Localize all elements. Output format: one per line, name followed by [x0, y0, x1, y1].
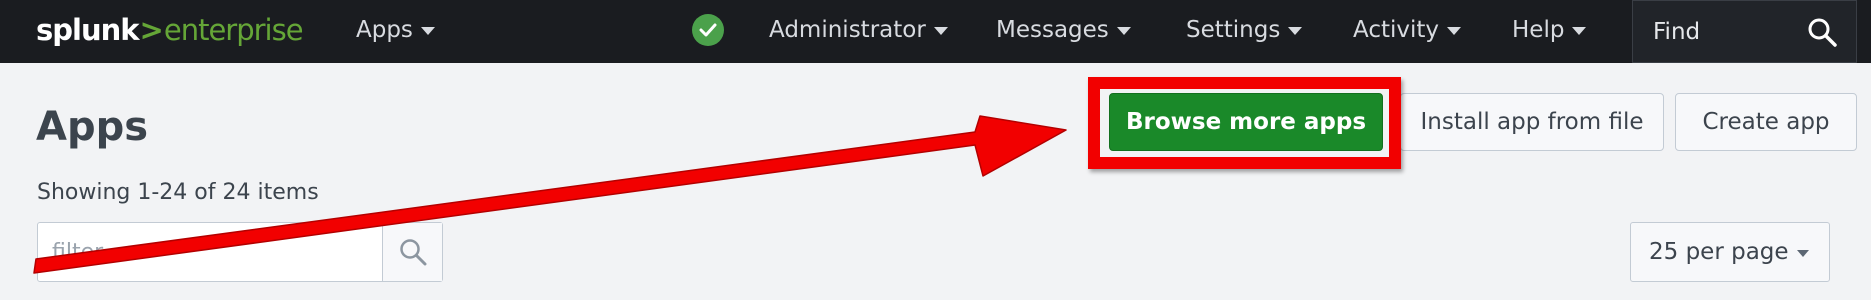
nav-administrator-label: Administrator: [769, 17, 926, 43]
nav-apps-label: Apps: [356, 17, 413, 43]
nav-settings-label: Settings: [1186, 17, 1281, 43]
install-app-from-file-button[interactable]: Install app from file: [1400, 93, 1664, 151]
nav-settings-menu[interactable]: Settings: [1186, 12, 1303, 48]
per-page-label: 25 per page: [1649, 239, 1789, 265]
chevron-down-icon: [1288, 27, 1303, 35]
search-icon[interactable]: [1802, 12, 1842, 52]
search-icon: [399, 239, 426, 266]
chevron-down-icon: [1797, 250, 1809, 257]
nav-help-menu[interactable]: Help: [1512, 12, 1587, 48]
item-count-label: Showing 1-24 of 24 items: [37, 180, 319, 205]
logo-splunk-text: splunk: [36, 13, 140, 47]
page-title: Apps: [36, 104, 149, 150]
create-app-button[interactable]: Create app: [1675, 93, 1857, 151]
chevron-down-icon: [1572, 27, 1587, 35]
find-search-box[interactable]: Find: [1632, 0, 1857, 63]
chevron-down-icon: [933, 27, 948, 35]
find-label: Find: [1653, 18, 1701, 45]
nav-administrator-menu[interactable]: Administrator: [769, 12, 948, 48]
chevron-down-icon: [1116, 27, 1131, 35]
filter-input[interactable]: [38, 223, 382, 281]
filter-box: [37, 222, 443, 282]
check-circle-icon[interactable]: [692, 14, 724, 46]
logo-enterprise-text: enterprise: [163, 13, 304, 47]
nav-help-label: Help: [1512, 17, 1565, 43]
chevron-down-icon: [420, 27, 435, 35]
top-nav-bar: splunk > enterprise Apps Administrator Mes…: [0, 0, 1871, 63]
per-page-select[interactable]: 25 per page: [1630, 222, 1830, 282]
logo-separator: >: [139, 13, 164, 47]
chevron-down-icon: [1447, 27, 1462, 35]
browse-more-apps-button[interactable]: Browse more apps: [1109, 93, 1383, 151]
nav-messages-label: Messages: [996, 17, 1109, 43]
nav-messages-menu[interactable]: Messages: [996, 12, 1131, 48]
filter-search-button[interactable]: [382, 223, 442, 281]
nav-activity-label: Activity: [1353, 17, 1440, 43]
nav-apps-menu[interactable]: Apps: [356, 12, 435, 48]
splunk-logo[interactable]: splunk > enterprise: [36, 12, 304, 48]
nav-activity-menu[interactable]: Activity: [1353, 12, 1462, 48]
